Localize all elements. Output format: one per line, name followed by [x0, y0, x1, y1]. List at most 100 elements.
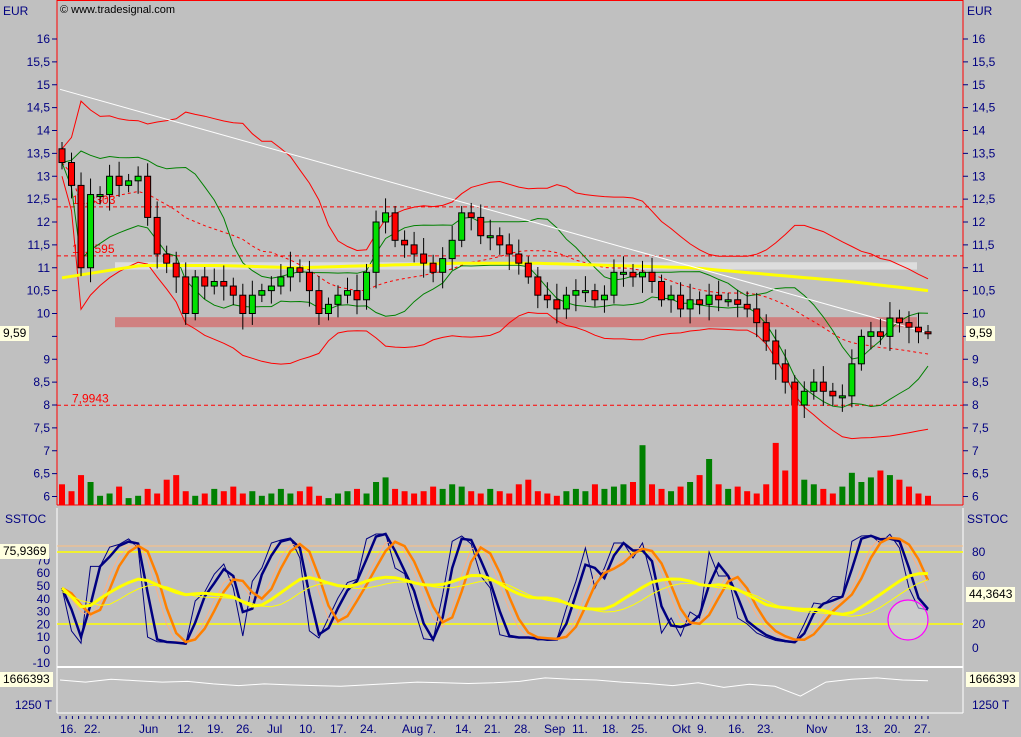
- price-tick-label: 16: [37, 32, 51, 46]
- candle-up: [581, 290, 589, 294]
- volume-bar: [334, 493, 341, 505]
- volume-bar: [363, 493, 370, 505]
- candle-down: [220, 280, 228, 287]
- volume-bar: [829, 493, 836, 505]
- currency-label: EUR: [3, 4, 29, 18]
- volume-bar: [744, 491, 751, 505]
- date-tick-label: 7.: [426, 722, 436, 736]
- chart-canvas[interactable]: EUR EUR 16 16 15,5 15,5 15 15 14,5 14,5 14 14 13,5 13…: [0, 0, 1021, 737]
- sstoc-d-line: [61, 536, 930, 644]
- bollinger-upper-line: [61, 100, 929, 280]
- candle-down: [420, 253, 428, 264]
- candle-up: [439, 258, 447, 273]
- volume-bar: [886, 475, 893, 505]
- price-tick-label: 15: [37, 78, 51, 92]
- volume-line: [59, 677, 929, 697]
- candle-down: [68, 162, 76, 186]
- volume-bar: [268, 493, 275, 505]
- sstoc-tick-label-right: 20: [972, 617, 986, 631]
- candle-up: [562, 294, 570, 310]
- volume-bar: [163, 479, 170, 505]
- date-tick-label: 26.: [236, 722, 253, 736]
- candle-up: [686, 299, 694, 310]
- candle-down: [172, 262, 180, 278]
- candle-down: [305, 271, 313, 292]
- candle-down: [895, 317, 903, 324]
- candle-down: [201, 276, 209, 287]
- volume-bar: [230, 486, 237, 505]
- price-tick-label-right: 9: [972, 352, 979, 366]
- currency-label-right: EUR: [967, 4, 993, 18]
- volume-bar: [458, 486, 465, 505]
- candle-up: [363, 271, 371, 301]
- candle-down: [353, 290, 361, 301]
- price-tick-label-right: 8: [972, 398, 979, 412]
- price-tick-label: 11: [38, 261, 51, 275]
- volume-bar: [629, 482, 636, 505]
- price-tick-label-right: 14,5: [972, 101, 996, 115]
- last-price-label-right: 9,59: [966, 326, 996, 341]
- price-tick-label-right: 12: [972, 215, 986, 229]
- price-tick-label: 8: [43, 398, 50, 412]
- candle-down: [505, 244, 513, 255]
- date-tick-label: Sep: [544, 722, 566, 736]
- candle-down: [115, 175, 123, 186]
- volume-bar: [249, 491, 256, 505]
- candle-down: [467, 212, 475, 218]
- candle-down: [515, 253, 523, 264]
- candle-up: [848, 363, 856, 397]
- date-tick-label: 23.: [757, 722, 774, 736]
- candle-down: [658, 280, 666, 301]
- highlight-circle: [887, 599, 929, 641]
- candle-up: [619, 271, 627, 275]
- sstoc-left-value: 75,9369: [0, 544, 50, 559]
- volume-bar: [315, 495, 322, 505]
- date-tick-label: 12.: [177, 722, 194, 736]
- candle-up: [572, 290, 580, 296]
- price-tick-label-right: 13,5: [972, 146, 996, 160]
- volume-bar: [449, 484, 456, 505]
- candle-up: [448, 239, 456, 260]
- volume-bar: [325, 498, 332, 505]
- price-tick-label: 13: [37, 169, 51, 183]
- volume-bar: [687, 482, 694, 505]
- date-tick-label: Jul: [267, 722, 282, 736]
- price-tick-label-right: 12,5: [972, 192, 996, 206]
- price-tick-label-right: 6: [972, 490, 979, 504]
- volume-bar: [116, 486, 123, 505]
- candle-down: [163, 253, 171, 264]
- volume-unit-label-right: 1250 T: [972, 698, 1010, 712]
- candle-up: [724, 299, 732, 303]
- candle-up: [248, 294, 256, 315]
- volume-bar: [791, 390, 798, 505]
- price-tick-label: 15,5: [27, 55, 51, 69]
- volume-bar: [258, 495, 265, 505]
- volume-bar: [87, 482, 94, 505]
- candle-up: [258, 290, 266, 296]
- date-tick-label: Jun: [139, 722, 158, 736]
- candle-down: [496, 235, 504, 246]
- volume-bar: [211, 488, 218, 505]
- volume-bar: [430, 486, 437, 505]
- volume-bar: [620, 484, 627, 505]
- candle-up: [267, 285, 275, 292]
- date-tick-label: 10.: [299, 722, 316, 736]
- volume-bar: [78, 475, 85, 505]
- price-tick-label: 7,5: [33, 421, 50, 435]
- candle-up: [705, 294, 713, 305]
- date-tick-label: 16.: [728, 722, 745, 736]
- candle-up: [125, 180, 133, 186]
- volume-bar: [382, 477, 389, 505]
- price-tick-label-right: 11,5: [972, 238, 995, 252]
- candle-down: [829, 390, 837, 397]
- sstoc-tick-label-right: 60: [972, 569, 986, 583]
- price-tick-label: 6: [43, 490, 50, 504]
- volume-bar: [715, 484, 722, 505]
- sstoc-k-line: [60, 532, 929, 645]
- candle-up: [667, 294, 675, 301]
- price-tick-label: 10: [37, 307, 51, 321]
- date-tick-label: 20.: [884, 722, 901, 736]
- volume-bar: [439, 488, 446, 505]
- volume-bar: [763, 484, 770, 505]
- volume-bar: [506, 493, 513, 505]
